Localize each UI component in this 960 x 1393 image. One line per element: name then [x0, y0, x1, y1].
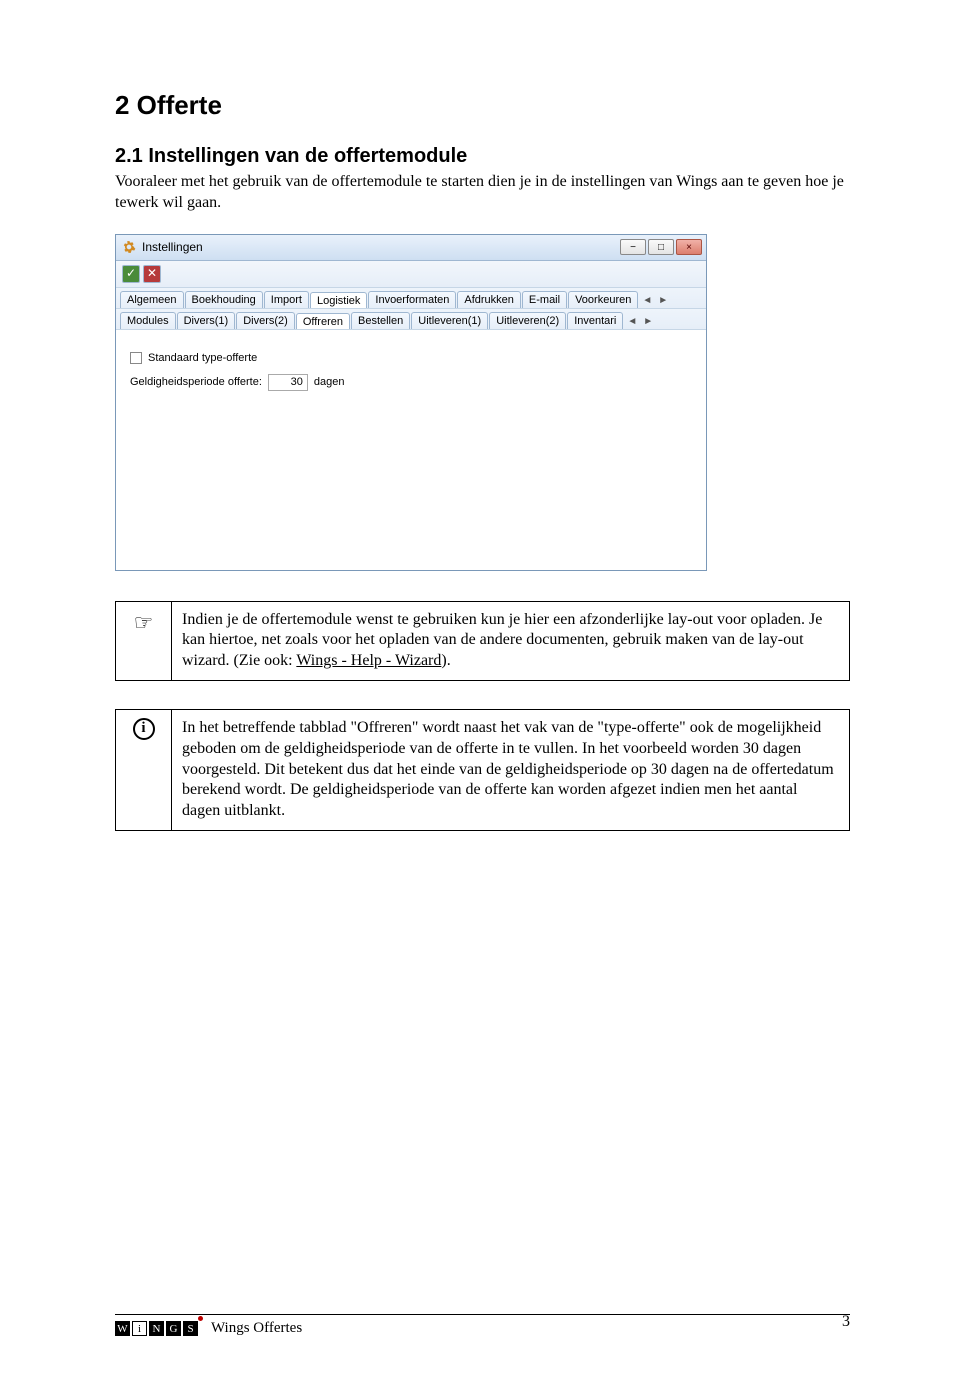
tab-import[interactable]: Import	[264, 291, 309, 308]
tab-scroll-right-icon[interactable]: ►	[655, 293, 671, 308]
tab-pane-offreren: Standaard type-offerte Geldigheidsperiod…	[116, 330, 706, 570]
checkbox-label: Standaard type-offerte	[148, 352, 257, 364]
maximize-button[interactable]: □	[648, 239, 674, 255]
tab-logistiek[interactable]: Logistiek	[310, 292, 367, 309]
logo-letter: i	[132, 1321, 147, 1336]
tab-divers-2-[interactable]: Divers(2)	[236, 312, 295, 329]
toolbar: ✓ ✕	[116, 261, 706, 288]
tab-boekhouding[interactable]: Boekhouding	[185, 291, 263, 308]
cancel-button[interactable]: ✕	[143, 265, 161, 283]
tab-e-mail[interactable]: E-mail	[522, 291, 567, 308]
hand-icon: ☞	[134, 610, 154, 636]
logo-letter: W	[115, 1321, 130, 1336]
gear-icon	[122, 240, 136, 254]
standaard-type-offerte-checkbox[interactable]	[130, 352, 142, 364]
note-hand-text: Indien je de offertemodule wenst te gebr…	[172, 602, 849, 680]
tab-inventari[interactable]: Inventari	[567, 312, 623, 329]
tab-row-2: ModulesDivers(1)Divers(2)OffrerenBestell…	[116, 309, 706, 330]
logo-letter: N	[149, 1321, 164, 1336]
logo-dot	[198, 1316, 203, 1321]
tab-afdrukken[interactable]: Afdrukken	[457, 291, 521, 308]
info-icon: i	[133, 718, 155, 740]
ok-button[interactable]: ✓	[122, 265, 140, 283]
note-hand: ☞ Indien je de offertemodule wenst te ge…	[115, 601, 850, 681]
tab-scroll-right-icon[interactable]: ►	[640, 314, 656, 329]
tab-algemeen[interactable]: Algemeen	[120, 291, 184, 308]
tab-divers-1-[interactable]: Divers(1)	[177, 312, 236, 329]
note-info: i In het betreffende tabblad "Offreren" …	[115, 709, 850, 831]
settings-window: Instellingen − □ × ✓ ✕ AlgemeenBoekhoudi…	[115, 234, 707, 571]
note-info-text: In het betreffende tabblad "Offreren" wo…	[172, 710, 849, 830]
minimize-button[interactable]: −	[620, 239, 646, 255]
tab-row-1: AlgemeenBoekhoudingImportLogistiekInvoer…	[116, 288, 706, 309]
tab-scroll-left-icon[interactable]: ◄	[639, 293, 655, 308]
wings-logo: WiNGS	[115, 1321, 205, 1336]
tab-modules[interactable]: Modules	[120, 312, 176, 329]
tab-uitleveren-1-[interactable]: Uitleveren(1)	[411, 312, 488, 329]
close-button[interactable]: ×	[676, 239, 702, 255]
section-heading: 2 Offerte	[115, 90, 850, 121]
tab-offreren[interactable]: Offreren	[296, 313, 350, 330]
logo-letter: S	[183, 1321, 198, 1336]
validity-label: Geldigheidsperiode offerte:	[130, 376, 262, 388]
tab-uitleveren-2-[interactable]: Uitleveren(2)	[489, 312, 566, 329]
footer-title: Wings Offertes	[211, 1320, 302, 1337]
tab-voorkeuren[interactable]: Voorkeuren	[568, 291, 638, 308]
logo-letter: G	[166, 1321, 181, 1336]
tab-bestellen[interactable]: Bestellen	[351, 312, 410, 329]
validity-input[interactable]: 30	[268, 374, 308, 391]
tab-invoerformaten[interactable]: Invoerformaten	[368, 291, 456, 308]
intro-paragraph: Vooraleer met het gebruik van de offerte…	[115, 172, 850, 214]
page-footer: WiNGS Wings Offertes 3	[115, 1314, 850, 1337]
validity-unit: dagen	[314, 376, 345, 388]
window-title: Instellingen	[142, 240, 203, 254]
page-number: 3	[842, 1313, 850, 1331]
subsection-heading: 2.1 Instellingen van de offertemodule	[115, 145, 850, 168]
wizard-link[interactable]: Wings - Help - Wizard	[296, 652, 441, 669]
tab-scroll-left-icon[interactable]: ◄	[624, 314, 640, 329]
titlebar: Instellingen − □ ×	[116, 235, 706, 261]
